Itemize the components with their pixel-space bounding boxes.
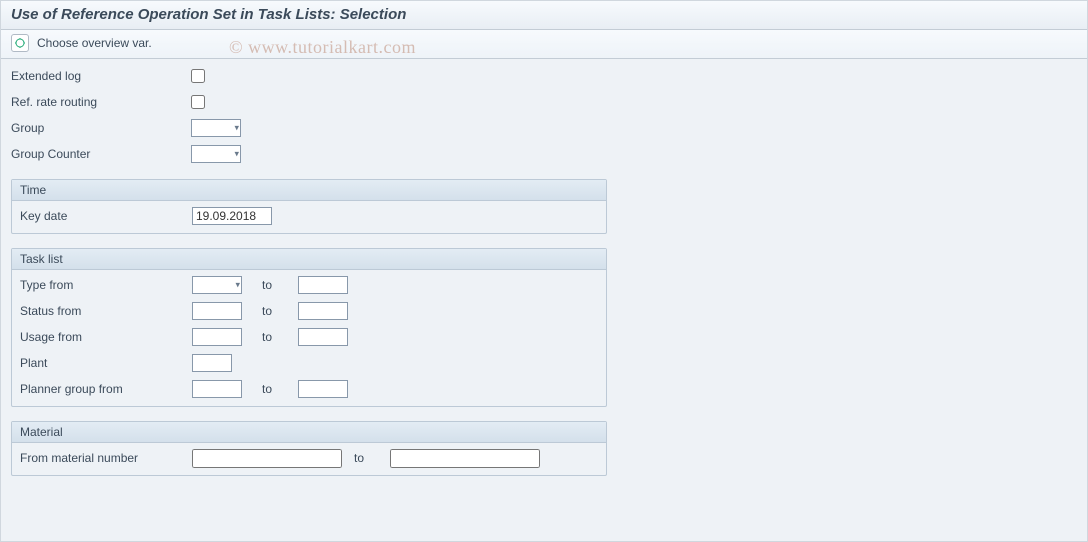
- from-material-input[interactable]: [192, 449, 342, 468]
- status-from-label: Status from: [20, 304, 192, 318]
- group-counter-input[interactable]: [191, 145, 241, 163]
- to-material-input[interactable]: [390, 449, 540, 468]
- tasklist-group-header: Task list: [12, 249, 606, 270]
- ref-rate-routing-checkbox[interactable]: [191, 95, 205, 109]
- status-to-input[interactable]: [298, 302, 348, 320]
- execute-icon[interactable]: [11, 34, 29, 52]
- toolbar: Choose overview var.: [1, 30, 1087, 59]
- usage-from-input[interactable]: [192, 328, 242, 346]
- extended-log-label: Extended log: [11, 69, 191, 83]
- group-counter-label: Group Counter: [11, 147, 191, 161]
- extended-log-checkbox[interactable]: [191, 69, 205, 83]
- material-group: Material From material number to: [11, 421, 607, 476]
- key-date-input[interactable]: [192, 207, 272, 225]
- selection-form: Extended log Ref. rate routing Group ▾ G…: [1, 59, 1087, 486]
- page-title: Use of Reference Operation Set in Task L…: [1, 1, 1087, 30]
- time-group: Time Key date: [11, 179, 607, 234]
- group-input[interactable]: [191, 119, 241, 137]
- key-date-label: Key date: [20, 209, 192, 223]
- to-label: to: [262, 278, 292, 292]
- tasklist-group: Task list Type from ▾ to Status from to …: [11, 248, 607, 407]
- status-from-input[interactable]: [192, 302, 242, 320]
- usage-to-input[interactable]: [298, 328, 348, 346]
- material-group-header: Material: [12, 422, 606, 443]
- plant-label: Plant: [20, 356, 192, 370]
- to-label: to: [262, 330, 292, 344]
- planner-group-from-input[interactable]: [192, 380, 242, 398]
- to-label: to: [262, 382, 292, 396]
- planner-group-to-input[interactable]: [298, 380, 348, 398]
- choose-overview-button[interactable]: Choose overview var.: [37, 36, 152, 50]
- type-to-input[interactable]: [298, 276, 348, 294]
- group-label: Group: [11, 121, 191, 135]
- planner-group-from-label: Planner group from: [20, 382, 192, 396]
- to-label: to: [262, 304, 292, 318]
- plant-input[interactable]: [192, 354, 232, 372]
- to-label: to: [354, 451, 384, 465]
- type-from-label: Type from: [20, 278, 192, 292]
- usage-from-label: Usage from: [20, 330, 192, 344]
- time-group-header: Time: [12, 180, 606, 201]
- from-material-label: From material number: [20, 451, 192, 465]
- type-from-input[interactable]: [192, 276, 242, 294]
- ref-rate-routing-label: Ref. rate routing: [11, 95, 191, 109]
